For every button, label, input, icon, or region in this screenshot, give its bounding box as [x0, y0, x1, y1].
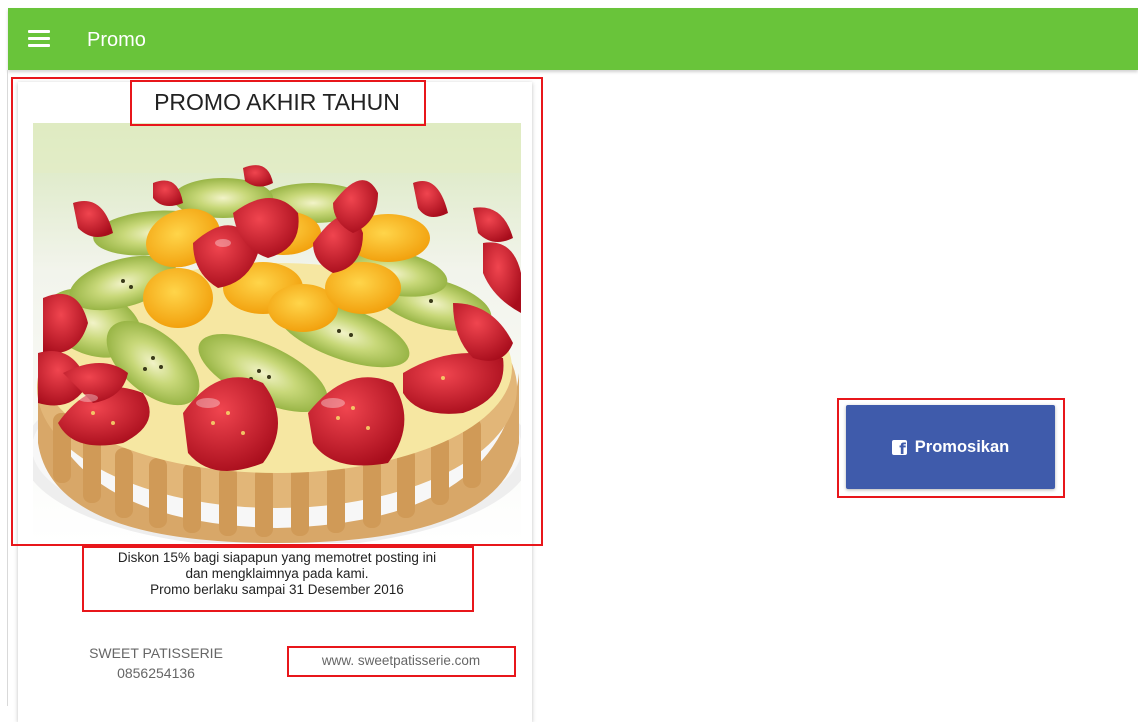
drawer-divider [7, 70, 8, 706]
fruit-tart-photo [33, 123, 521, 543]
shop-name: SWEET PATISSERIE [89, 645, 223, 661]
app-bar: Promo [8, 8, 1138, 70]
promo-description-line: Promo berlaku sampai 31 Desember 2016 [150, 582, 404, 597]
app-title: Promo [87, 29, 146, 51]
promosikan-button[interactable]: f Promosikan [846, 405, 1055, 489]
promosikan-label: Promosikan [914, 437, 1010, 456]
promo-description-line: dan mengklaimnya pada kami. [185, 566, 369, 581]
promo-description: Diskon 15% bagi siapapun yang memotret p… [84, 550, 470, 598]
hamburger-menu-icon[interactable] [28, 29, 52, 49]
shop-website-link[interactable]: www. sweetpatisserie.com [289, 651, 513, 671]
shop-info: SWEET PATISSERIE 0856254136 [80, 643, 232, 683]
shop-phone: 0856254136 [117, 665, 195, 681]
facebook-icon: f [891, 439, 907, 455]
promo-title: PROMO AKHIR TAHUN [154, 89, 400, 115]
promo-description-line: Diskon 15% bagi siapapun yang memotret p… [117, 550, 437, 565]
